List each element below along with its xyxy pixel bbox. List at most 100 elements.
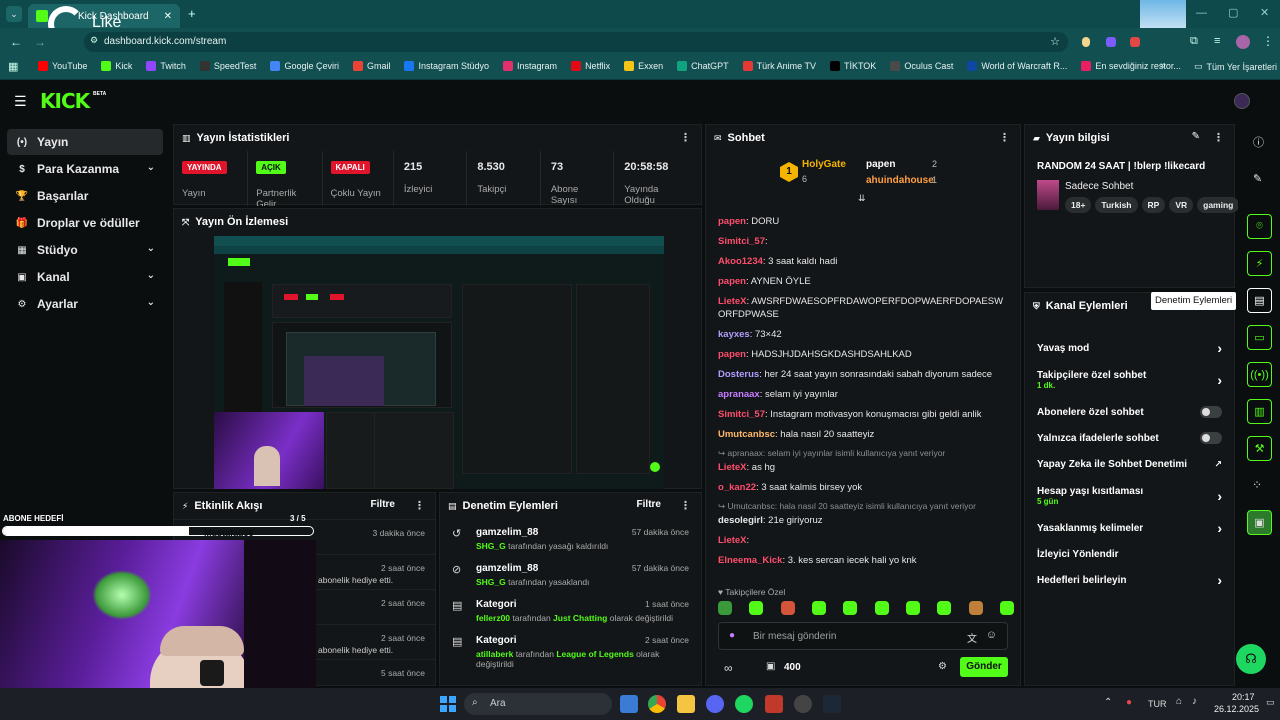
modlog-user[interactable]: fellerz00 xyxy=(476,613,510,623)
minimize-icon[interactable]: — xyxy=(1196,7,1207,19)
bookmark-link[interactable]: TİKTOK xyxy=(829,61,876,71)
channel-action[interactable]: Yavaş mod › xyxy=(1025,335,1234,361)
info-circle-icon[interactable]: ⓘ xyxy=(1253,134,1264,150)
stream-tag[interactable]: VR xyxy=(1169,197,1194,213)
taskbar-app-icon[interactable] xyxy=(765,695,783,713)
file-explorer-icon[interactable] xyxy=(677,695,695,713)
apps-grid-icon[interactable]: ▦ xyxy=(8,60,18,73)
chat-username[interactable]: LieteX xyxy=(718,296,747,307)
bookmark-link[interactable]: Instagram xyxy=(503,61,557,71)
notification-icon[interactable]: ▭ xyxy=(1266,697,1275,708)
emote-icon[interactable] xyxy=(811,601,826,615)
rail-bolt-icon[interactable]: ⚡ xyxy=(1247,251,1272,276)
rail-wrench-icon[interactable]: ⚒ xyxy=(1247,436,1272,461)
chat-username[interactable]: papen xyxy=(718,216,746,227)
preview-video[interactable] xyxy=(214,236,664,489)
rail-extension-icon[interactable]: ▣ xyxy=(1247,510,1272,535)
browser-menu-icon[interactable]: ⋮ xyxy=(1262,34,1274,48)
chat-username[interactable]: LieteX xyxy=(718,535,747,546)
hamburger-menu-icon[interactable]: ☰ xyxy=(14,93,27,110)
rail-chat-icon[interactable]: ▭ xyxy=(1247,325,1272,350)
emote-icon[interactable] xyxy=(968,601,983,615)
translate-icon[interactable]: 文 xyxy=(967,630,977,645)
chat-username[interactable]: Simitci_57 xyxy=(718,409,765,420)
maximize-icon[interactable]: ▢ xyxy=(1228,6,1238,19)
channel-action[interactable]: Abonelere özel sohbet xyxy=(1025,399,1234,425)
rail-camera-icon[interactable]: ⌾ xyxy=(1247,214,1272,239)
emote-icon[interactable] xyxy=(999,601,1014,615)
pencil-icon[interactable]: ✎ xyxy=(1253,172,1262,185)
rail-stack-icon[interactable]: ▥ xyxy=(1247,399,1272,424)
chat-username[interactable]: papen xyxy=(718,276,746,287)
url-field[interactable]: ⚙ dashboard.kick.com/stream ☆ xyxy=(84,32,1068,52)
bookmark-link[interactable]: Instagram Stüdyo xyxy=(404,61,489,71)
new-tab-button[interactable]: + xyxy=(188,6,196,21)
streaminfo-menu-icon[interactable]: ⋮ xyxy=(1213,131,1224,144)
profile-avatar-icon[interactable] xyxy=(1236,35,1250,49)
bookmark-link[interactable]: Twitch xyxy=(146,61,186,71)
leader-name[interactable]: ahuindahouse xyxy=(866,175,934,186)
support-headset-icon[interactable]: ☊ xyxy=(1236,644,1266,674)
start-menu-icon[interactable] xyxy=(440,696,456,712)
back-icon[interactable]: ← xyxy=(10,35,22,49)
extension-icon[interactable] xyxy=(1082,37,1090,47)
chat-settings-icon[interactable]: ⚙ xyxy=(938,661,947,672)
steam-icon[interactable] xyxy=(823,695,841,713)
sidebar-item[interactable]: ▣ Kanal ⌄ xyxy=(7,264,163,290)
send-button[interactable]: Gönder xyxy=(960,657,1008,677)
chat-username[interactable]: Umutcanbsc xyxy=(718,429,775,440)
taskbar-app-icon[interactable] xyxy=(620,695,638,713)
site-info-icon[interactable]: ⚙ xyxy=(90,35,98,46)
emote-icon[interactable] xyxy=(874,601,889,615)
modlog-user[interactable]: atillaberk xyxy=(476,649,513,659)
rail-modlog-icon[interactable]: ▤ xyxy=(1247,288,1272,313)
emote-icon[interactable] xyxy=(718,601,732,615)
extension-icon[interactable] xyxy=(1130,37,1140,47)
chat-username[interactable]: Dosterus xyxy=(718,369,759,380)
stream-tag[interactable]: gaming xyxy=(1197,197,1240,213)
chat-username[interactable]: LieteX xyxy=(718,462,747,473)
collapse-leaders-icon[interactable]: ⇊ xyxy=(858,193,866,204)
rail-broadcast-icon[interactable]: ((•)) xyxy=(1247,362,1272,387)
stream-tag[interactable]: RP xyxy=(1141,197,1166,213)
more-bookmarks-icon[interactable]: » xyxy=(1160,60,1166,71)
tray-chevron-icon[interactable]: ⌃ xyxy=(1104,697,1112,708)
sidebar-item[interactable]: $ Para Kazanma ⌄ xyxy=(7,156,163,182)
sidebar-item[interactable]: 🎁 Droplar ve ödüller xyxy=(7,210,163,236)
bookmark-star-icon[interactable]: ☆ xyxy=(1050,35,1060,48)
tray-mic-icon[interactable]: ● xyxy=(1126,697,1132,708)
kick-logo[interactable]: KICK xyxy=(40,89,90,113)
forward-icon[interactable]: → xyxy=(34,35,46,49)
stream-tag[interactable]: 18+ xyxy=(1065,197,1092,213)
taskbar-clock[interactable]: 20:17 xyxy=(1232,692,1255,702)
chat-menu-icon[interactable]: ⋮ xyxy=(999,131,1010,144)
chat-username[interactable]: Elneema_Kick xyxy=(718,555,782,566)
taskbar-date[interactable]: 26.12.2025 xyxy=(1214,704,1259,714)
modlog-filter-button[interactable]: Filtre xyxy=(637,499,661,510)
sidebar-item[interactable]: ⚙ Ayarlar ⌄ xyxy=(7,291,163,317)
all-bookmarks-folder[interactable]: ▭ Tüm Yer İşaretleri xyxy=(1194,61,1277,72)
language-indicator[interactable]: TUR xyxy=(1148,699,1167,709)
tab-menu-button[interactable]: ⌄ xyxy=(6,6,22,22)
user-avatar[interactable] xyxy=(1234,93,1250,109)
bookmark-link[interactable]: YouTube xyxy=(38,61,87,71)
volume-icon[interactable]: ♪ xyxy=(1192,696,1197,707)
extensions-puzzle-icon[interactable]: ⧉ xyxy=(1190,35,1198,48)
close-window-icon[interactable]: ✕ xyxy=(1260,6,1269,19)
modlog-menu-icon[interactable]: ⋮ xyxy=(680,499,691,512)
infinity-icon[interactable]: ∞ xyxy=(724,661,733,675)
emote-icon[interactable] xyxy=(749,601,764,615)
bookmark-link[interactable]: ChatGPT xyxy=(677,61,729,71)
channel-action[interactable]: Hesap yaşı kısıtlaması 5 gün › xyxy=(1025,477,1234,515)
chat-input[interactable]: ● Bir mesaj gönderin 文 ☺ xyxy=(718,622,1008,650)
bookmark-link[interactable]: Oculus Cast xyxy=(890,61,953,71)
reading-list-icon[interactable]: ≡ xyxy=(1214,35,1220,47)
bookmark-link[interactable]: Kick xyxy=(101,61,132,71)
sidebar-item[interactable]: 🏆 Başarılar xyxy=(7,183,163,209)
taskbar-app-icon[interactable] xyxy=(794,695,812,713)
toggle-switch[interactable] xyxy=(1200,432,1222,444)
edit-icon[interactable]: ✎ xyxy=(1192,131,1200,142)
emote-icon[interactable] xyxy=(937,601,952,615)
activity-menu-icon[interactable]: ⋮ xyxy=(414,499,425,512)
network-icon[interactable]: ⌂ xyxy=(1176,696,1182,707)
